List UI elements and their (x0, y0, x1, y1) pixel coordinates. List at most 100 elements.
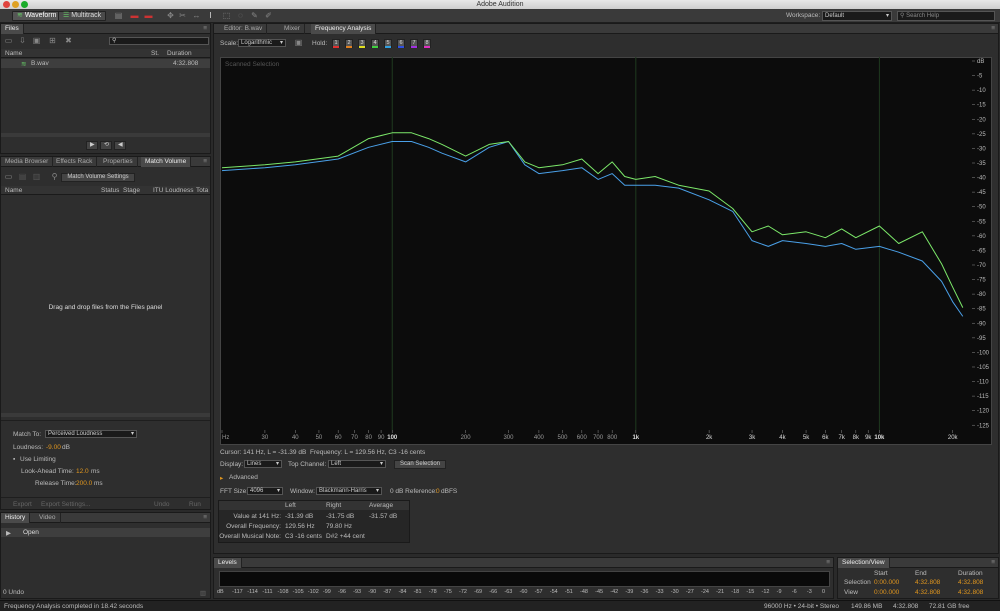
tab-media-browser[interactable]: Media Browser (1, 157, 54, 167)
col-total[interactable]: Tota (196, 187, 208, 194)
hold-button-8[interactable]: 8 (423, 39, 431, 48)
tab-history[interactable]: History (1, 513, 31, 523)
display-select[interactable]: Lines ▾ (244, 460, 282, 468)
workspace-select[interactable]: Default ▾ (822, 11, 892, 21)
tab-frequency-analysis[interactable]: Frequency Analysis (311, 24, 377, 34)
view-start[interactable]: 0:00.000 (874, 589, 899, 596)
new-file-icon[interactable]: ▣ (32, 37, 41, 45)
tab-selection-view[interactable]: Selection/View (838, 558, 890, 568)
panel-menu-icon[interactable]: ≡ (826, 559, 830, 566)
search-help-input[interactable]: ⚲ Search Help (897, 11, 995, 21)
col-duration[interactable]: Duration (167, 50, 192, 57)
release-value[interactable]: 200.0 (76, 480, 92, 487)
hold-button-1[interactable]: 1 (332, 39, 340, 48)
autoplay-button[interactable]: ◀ (114, 141, 126, 150)
hold-button-4[interactable]: 4 (371, 39, 379, 48)
panel-menu-icon[interactable]: ≡ (991, 25, 995, 32)
import-icon[interactable]: ⇩ (18, 37, 27, 45)
move-tool-icon[interactable]: ✥ (166, 12, 175, 20)
col-stage[interactable]: Stage (123, 187, 140, 194)
play-button[interactable]: ▶ (86, 141, 98, 150)
fft-size-select[interactable]: 4096 ▾ (247, 487, 283, 495)
marquee-tool-icon[interactable]: ⬚ (222, 12, 231, 20)
multitrack-button[interactable]: ☰ Multitrack (58, 11, 107, 21)
disclosure-icon[interactable]: ▸ (220, 474, 223, 482)
hold-button-7[interactable]: 7 (410, 39, 418, 48)
files-scrollbar[interactable] (1, 133, 210, 137)
panel-menu-icon[interactable]: ≡ (203, 25, 207, 32)
panel-menu-icon[interactable]: ≡ (203, 158, 207, 165)
col-name[interactable]: Name (5, 50, 22, 57)
delete-icon[interactable]: ✖ (64, 37, 73, 45)
loudness-value[interactable]: -9.00 (46, 444, 61, 451)
hold-button-3[interactable]: 3 (358, 39, 366, 48)
zoom-window-button[interactable] (21, 1, 28, 8)
view-end[interactable]: 4:32.808 (915, 589, 940, 596)
tab-properties[interactable]: Properties (99, 157, 138, 167)
lookahead-value[interactable]: 12.0 (76, 468, 89, 475)
tab-match-volume[interactable]: Match Volume (141, 157, 192, 167)
loop-button[interactable]: ⟲ (100, 141, 112, 150)
clear-icon[interactable]: ▥ (32, 173, 41, 181)
spot-healing-icon[interactable]: ✐ (264, 12, 273, 20)
hold-button-6[interactable]: 6 (397, 39, 405, 48)
col-status[interactable]: St. (151, 50, 159, 57)
view-duration[interactable]: 4:32.808 (958, 589, 983, 596)
minimize-window-button[interactable] (12, 1, 19, 8)
tab-editor[interactable]: Editor: B.wav (220, 24, 268, 34)
level-scale-label: -39 (625, 589, 634, 595)
selection-start[interactable]: 0:00.000 (874, 579, 899, 586)
brush-tool-icon[interactable]: ✎ (250, 12, 259, 20)
insert-icon[interactable]: ⊞ (48, 37, 57, 45)
files-search-input[interactable]: ⚲ (109, 37, 209, 45)
x-tick-label: 9k (865, 435, 872, 441)
spectral-frequency-icon[interactable]: ▤ (114, 12, 123, 20)
lasso-tool-icon[interactable]: ◌ (236, 12, 245, 20)
undo-button[interactable]: Undo (154, 501, 170, 508)
window-select[interactable]: Blackmann-Harris ▾ (316, 487, 382, 495)
panel-menu-icon[interactable]: ≡ (991, 559, 995, 566)
open-file-icon[interactable]: ▭ (4, 37, 13, 45)
razor-tool-icon[interactable]: ✂ (178, 12, 187, 20)
file-row[interactable]: ≋ B.wav 4:32.808 (1, 59, 210, 68)
spectral-display-icon[interactable]: ▬ (130, 12, 139, 20)
selection-end[interactable]: 4:32.808 (915, 579, 940, 586)
reference-value[interactable]: 0 (436, 488, 440, 495)
col-name[interactable]: Name (5, 187, 22, 194)
hold-button-5[interactable]: 5 (384, 39, 392, 48)
waveform-button[interactable]: ≋ Waveform (12, 11, 62, 21)
scan-selection-button[interactable]: Scan Selection (394, 460, 446, 469)
trash-icon[interactable]: ▥ (200, 589, 206, 597)
match-to-select[interactable]: Perceived Loudness ▾ (45, 430, 137, 438)
level-scale-label: -81 (413, 589, 422, 595)
open-file-icon[interactable]: ▭ (4, 173, 13, 181)
tab-mixer[interactable]: Mixer (280, 24, 305, 34)
tab-effects-rack[interactable]: Effects Rack (52, 157, 98, 167)
export-button[interactable]: Export (13, 501, 32, 508)
col-status[interactable]: Status (101, 187, 119, 194)
close-window-button[interactable] (3, 1, 10, 8)
top-channel-select[interactable]: Left ▾ (328, 460, 386, 468)
time-selection-tool-icon[interactable]: I (206, 12, 215, 20)
hold-button-2[interactable]: 2 (345, 39, 353, 48)
search-icon[interactable]: ⚲ (50, 173, 59, 181)
export-settings-button[interactable]: Export Settings... (41, 501, 91, 508)
slip-tool-icon[interactable]: ↔ (192, 12, 201, 20)
col-itu-loudness[interactable]: ITU Loudness (153, 187, 193, 194)
advanced-toggle[interactable]: Advanced (229, 474, 258, 481)
panel-menu-icon[interactable]: ≡ (203, 514, 207, 521)
spectral-pitch-icon[interactable]: ▬ (144, 12, 153, 20)
tab-video[interactable]: Video (35, 513, 61, 523)
tab-levels[interactable]: Levels (214, 558, 242, 568)
match-volume-scrollbar[interactable] (1, 413, 210, 417)
remove-icon[interactable]: ▤ (18, 173, 27, 181)
selection-duration[interactable]: 4:32.808 (958, 579, 983, 586)
tab-files[interactable]: Files (1, 24, 24, 34)
match-volume-settings-button[interactable]: Match Volume Settings (61, 173, 135, 182)
scale-select[interactable]: Logarithmic ▾ (238, 39, 286, 47)
run-button[interactable]: Run (189, 501, 201, 508)
frequency-chart[interactable]: Hz 30 40 50 60 70 80 90 100 200 300 400 500 600 700 800… (221, 57, 990, 441)
copy-icon[interactable]: ▣ (294, 39, 303, 47)
limiting-checkbox[interactable]: ▪ (13, 456, 15, 463)
history-item[interactable]: ▶ Open (1, 528, 210, 537)
